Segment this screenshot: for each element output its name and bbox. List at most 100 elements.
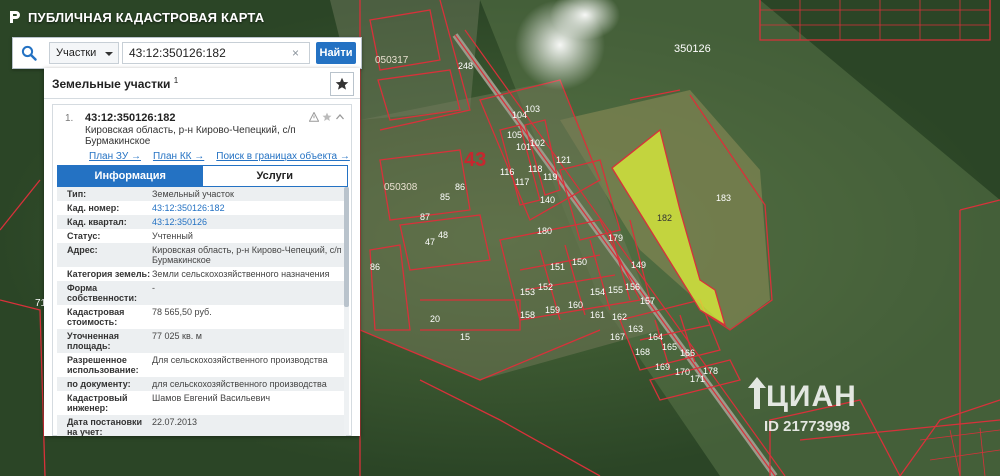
parcel-label: 152 [538,282,553,292]
row-value: для сельскохозяйственного производства [152,379,327,389]
panel-header: Земельные участки 1 [44,68,360,99]
parcel-label: 86 [455,182,465,192]
row-value: Земельный участок [152,189,234,199]
tab-information[interactable]: Информация [58,166,203,186]
result-links: План ЗУ → План КК → Поиск в границах объ… [89,151,350,162]
parcel-label: 149 [631,260,646,270]
warning-icon[interactable] [309,112,319,122]
parcel-label: 154 [590,287,605,297]
row-value[interactable]: 43:12:350126 [152,217,346,227]
parcel-label: 170 [675,367,690,377]
parcel-label: 155 [608,285,623,295]
row-label: Разрешенное использование: [67,355,139,375]
result-cad-number[interactable]: 43:12:350126:182 [85,112,176,124]
search-bar: Участки × Найти [12,37,362,69]
chevron-down-icon [105,52,113,56]
clear-icon[interactable]: × [292,46,299,60]
table-row: Кадастровая стоимость: 78 565,50 руб. [57,305,346,329]
row-label: Дата постановки на учет: [67,417,143,436]
parcel-label: 150 [572,257,587,267]
parcel-label: 165 [662,342,677,352]
parcel-label: 160 [568,300,583,310]
result-index: 1. [65,113,74,124]
district-label: 43 [464,149,486,171]
parcel-label: 157 [640,296,655,306]
parcel-label: 86 [370,262,380,272]
table-row: Форма собственности: - [57,281,346,305]
row-value: Шамов Евгений Васильевич [152,393,271,403]
table-row: Дата постановки на учет: 22.07.2013 [57,415,346,436]
row-label: Кадастровая стоимость: [67,307,125,327]
parcel-label: 156 [625,282,640,292]
app-header: ПУБЛИЧНАЯ КАДАСТРОВАЯ КАРТА [8,6,264,28]
logo-icon [10,11,20,23]
parcel-label: 158 [520,310,535,320]
search-icon [21,45,37,61]
table-row: Категория земель: Земли сельскохозяйствен… [57,267,346,281]
parcel-label: 159 [545,305,560,315]
quarter-label: 050308 [384,182,418,193]
row-label: Адрес: [67,245,98,255]
watermark-id: ID 21773998 [764,418,850,435]
app-title: ПУБЛИЧНАЯ КАДАСТРОВАЯ КАРТА [28,9,265,25]
scrollbar-thumb[interactable] [344,187,349,307]
quarter-label: 350126 [674,43,711,55]
search-input[interactable] [122,42,310,64]
panel-scrollbar[interactable] [344,187,349,435]
plan-zu-link[interactable]: План ЗУ → [89,151,141,162]
parcel-label: 162 [612,312,627,322]
parcel-label: 85 [440,192,450,202]
table-row: Адрес: Кировская область, р-н Кирово-Чепе… [57,243,346,267]
parcel-label: 167 [610,332,625,342]
parcel-label: 166 [680,348,695,358]
parcel-label: 169 [655,362,670,372]
row-label: Форма собственности: [67,283,137,303]
row-value: 77 025 кв. м [152,331,202,341]
plan-kk-link[interactable]: План КК → [153,151,204,162]
table-row: Тип: Земельный участок [57,187,346,201]
parcel-label: 183 [716,193,731,203]
table-row: Разрешенное использование: Для сельскохоз… [57,353,346,377]
parcel-label: 117 [515,177,529,187]
parcel-label: 47 [425,237,435,247]
search-button[interactable] [13,38,45,68]
row-value[interactable]: 43:12:350126:182 [152,203,346,213]
search-in-bounds-link[interactable]: Поиск в границах объекта → [216,151,350,162]
parcel-label: 119 [543,172,557,182]
row-label: Статус: [67,231,101,241]
info-tabs: Информация Услуги [57,165,348,187]
parcel-label: 161 [590,310,605,320]
parcel-label: 178 [703,366,718,376]
parcel-label: 164 [648,332,663,342]
parcel-label: 163 [628,324,643,334]
row-label: Уточненная площадь: [67,331,119,351]
star-icon[interactable] [322,112,332,122]
parcel-label: 102 [530,138,545,148]
chevron-up-icon[interactable] [335,112,345,122]
row-label: Тип: [67,189,87,199]
parcel-label: 168 [635,347,650,357]
table-row: Уточненная площадь: 77 025 кв. м [57,329,346,353]
row-value: Земли сельскохозяйственного назначения [152,269,330,279]
parcel-label: 171 [690,374,705,384]
tab-services[interactable]: Услуги [202,166,347,186]
parcel-label: 20 [430,314,440,324]
result-actions [309,112,345,122]
parcel-label: 151 [550,262,565,272]
find-button[interactable]: Найти [316,42,356,64]
row-value: Учтенный [152,231,193,241]
parcel-label: 179 [608,233,623,243]
parcel-label: 153 [520,287,535,297]
table-row: по документу: для сельскохозяйственного п… [57,377,346,391]
quarter-label: 050317 [375,55,409,66]
row-value: Для сельскохозяйственного производства [152,355,328,365]
favorite-button[interactable] [330,72,354,96]
parcel-label: 140 [540,195,555,205]
search-type-select[interactable]: Участки [49,42,119,64]
result-count: 1 [173,76,179,85]
result-card: 1. 43:12:350126:182 Кировская область, р… [52,104,352,436]
parcel-label: 101 [516,142,531,152]
row-label: Кадастровый инженер: [67,393,128,413]
watermark: ЦИАН ID 21773998 [746,376,856,435]
row-value: 78 565,50 руб. [152,307,212,317]
